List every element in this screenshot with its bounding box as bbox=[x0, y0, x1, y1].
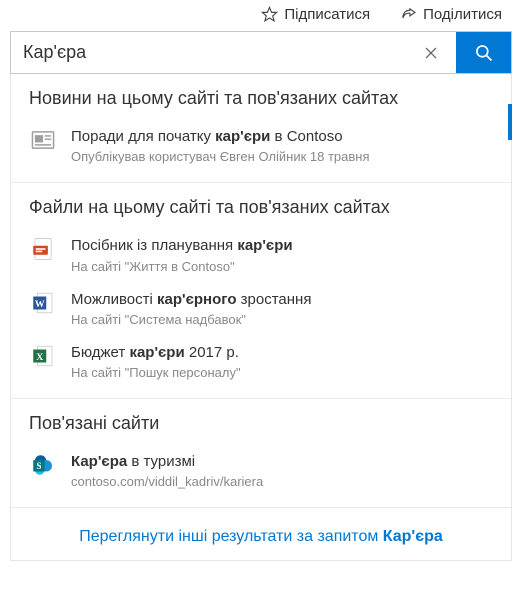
svg-text:S: S bbox=[36, 461, 41, 471]
share-button[interactable]: Поділитися bbox=[400, 6, 502, 23]
close-icon bbox=[423, 45, 439, 61]
result-title: Бюджет кар'єри 2017 р. bbox=[71, 343, 493, 363]
pdf-icon bbox=[29, 236, 57, 262]
result-meta: Опублікував користувач Євген Олійник 18 … bbox=[71, 149, 493, 164]
svg-text:X: X bbox=[36, 352, 43, 363]
star-icon bbox=[261, 6, 278, 23]
search-submit-button[interactable] bbox=[456, 32, 511, 73]
files-section: Файли на цьому сайті та пов'язаних сайта… bbox=[11, 182, 511, 398]
news-heading: Новини на цьому сайті та пов'язаних сайт… bbox=[29, 88, 493, 109]
results-panel: Новини на цьому сайті та пов'язаних сайт… bbox=[10, 74, 512, 561]
search-bar bbox=[10, 31, 512, 74]
share-label: Поділитися bbox=[423, 6, 502, 23]
files-heading: Файли на цьому сайті та пов'язаних сайта… bbox=[29, 197, 493, 218]
news-result[interactable]: Поради для початку кар'єри в Contoso Опу… bbox=[29, 119, 493, 172]
sharepoint-icon: S bbox=[29, 452, 57, 478]
excel-icon: X bbox=[29, 343, 57, 369]
follow-label: Підписатися bbox=[284, 6, 370, 23]
file-result[interactable]: X Бюджет кар'єри 2017 р. На сайті "Пошук… bbox=[29, 335, 493, 388]
result-title: Поради для початку кар'єри в Contoso bbox=[71, 127, 493, 147]
sites-heading: Пов'язані сайти bbox=[29, 413, 493, 434]
result-meta: На сайті "Пошук персоналу" bbox=[71, 365, 493, 380]
result-meta: На сайті "Життя в Contoso" bbox=[71, 259, 493, 274]
result-meta: contoso.com/viddil_kadriv/kariera bbox=[71, 474, 493, 489]
share-icon bbox=[400, 6, 417, 23]
file-result[interactable]: Посібник із планування кар'єри На сайті … bbox=[29, 228, 493, 281]
svg-text:W: W bbox=[35, 299, 45, 310]
search-icon bbox=[474, 43, 494, 63]
more-results-link[interactable]: Переглянути інші результати за запитом К… bbox=[11, 507, 511, 560]
file-result[interactable]: W Можливості кар'єрного зростання На сай… bbox=[29, 282, 493, 335]
page-actions: Підписатися Поділитися bbox=[0, 0, 522, 31]
result-title: Посібник із планування кар'єри bbox=[71, 236, 493, 256]
site-result[interactable]: S Кар'єра в туризмі contoso.com/viddil_k… bbox=[29, 444, 493, 497]
follow-button[interactable]: Підписатися bbox=[261, 6, 370, 23]
result-title: Можливості кар'єрного зростання bbox=[71, 290, 493, 310]
news-section: Новини на цьому сайті та пов'язаних сайт… bbox=[11, 74, 511, 182]
search-input[interactable] bbox=[11, 32, 406, 73]
accent-bar bbox=[508, 104, 512, 140]
news-icon bbox=[29, 127, 57, 153]
sites-section: Пов'язані сайти S Кар'єра в туризмі cont… bbox=[11, 398, 511, 507]
clear-search-button[interactable] bbox=[406, 32, 456, 73]
result-title: Кар'єра в туризмі bbox=[71, 452, 493, 472]
word-icon: W bbox=[29, 290, 57, 316]
result-meta: На сайті "Система надбавок" bbox=[71, 312, 493, 327]
